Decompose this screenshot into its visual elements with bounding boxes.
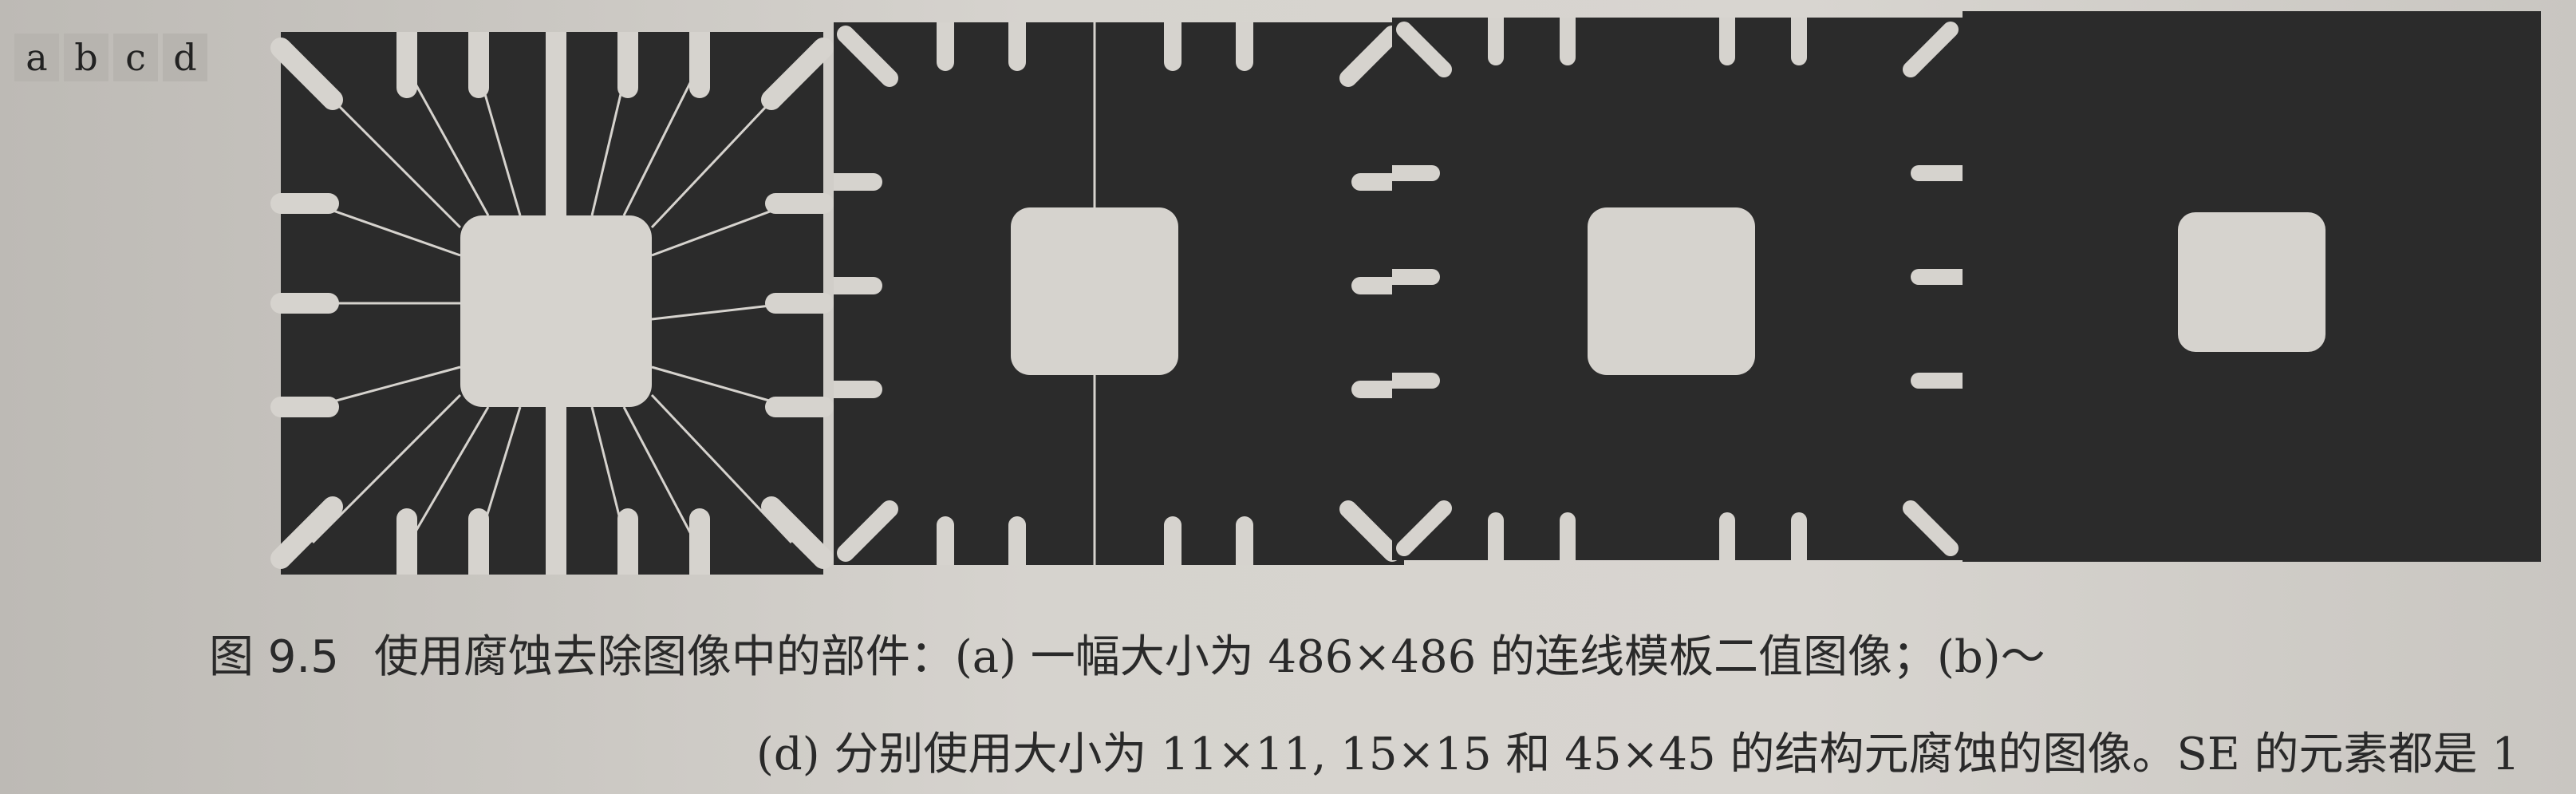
wire-bond-image-b bbox=[834, 22, 1404, 565]
panel-label-d: d bbox=[163, 34, 207, 81]
panel-label-b: b bbox=[64, 34, 108, 81]
wire-bond-image-c bbox=[1392, 18, 1963, 560]
figure-number: 图 9.5 bbox=[209, 631, 339, 683]
panel-label-c: c bbox=[113, 34, 158, 81]
wire-bond-image-d bbox=[1963, 11, 2541, 562]
caption-text-1: 使用腐蚀去除图像中的部件：(a) 一幅大小为 486×486 的连线模板二值图像… bbox=[373, 631, 2045, 683]
caption-text-2: (d) 分别使用大小为 11×11, 15×15 和 45×45 的结构元腐蚀的… bbox=[756, 729, 2520, 780]
book-page: a b c d 图 9.5 使用腐蚀去除图像中的部件：(a) 一幅大小为 486… bbox=[0, 0, 2576, 794]
caption-line-1: 图 9.5 使用腐蚀去除图像中的部件：(a) 一幅大小为 486×486 的连线模… bbox=[209, 621, 2045, 685]
figure-b-eroded-11x11 bbox=[834, 22, 1404, 565]
panel-label-a: a bbox=[14, 34, 59, 81]
caption-line-2: (d) 分别使用大小为 11×11, 15×15 和 45×45 的结构元腐蚀的… bbox=[756, 718, 2520, 783]
figure-d-eroded-45x45 bbox=[1963, 11, 2541, 562]
figure-c-eroded-15x15 bbox=[1392, 18, 1963, 560]
figure-a-wire-bond-mask bbox=[265, 32, 839, 575]
panel-labels: a b c d bbox=[14, 34, 212, 81]
wire-bond-image-a bbox=[270, 32, 834, 575]
